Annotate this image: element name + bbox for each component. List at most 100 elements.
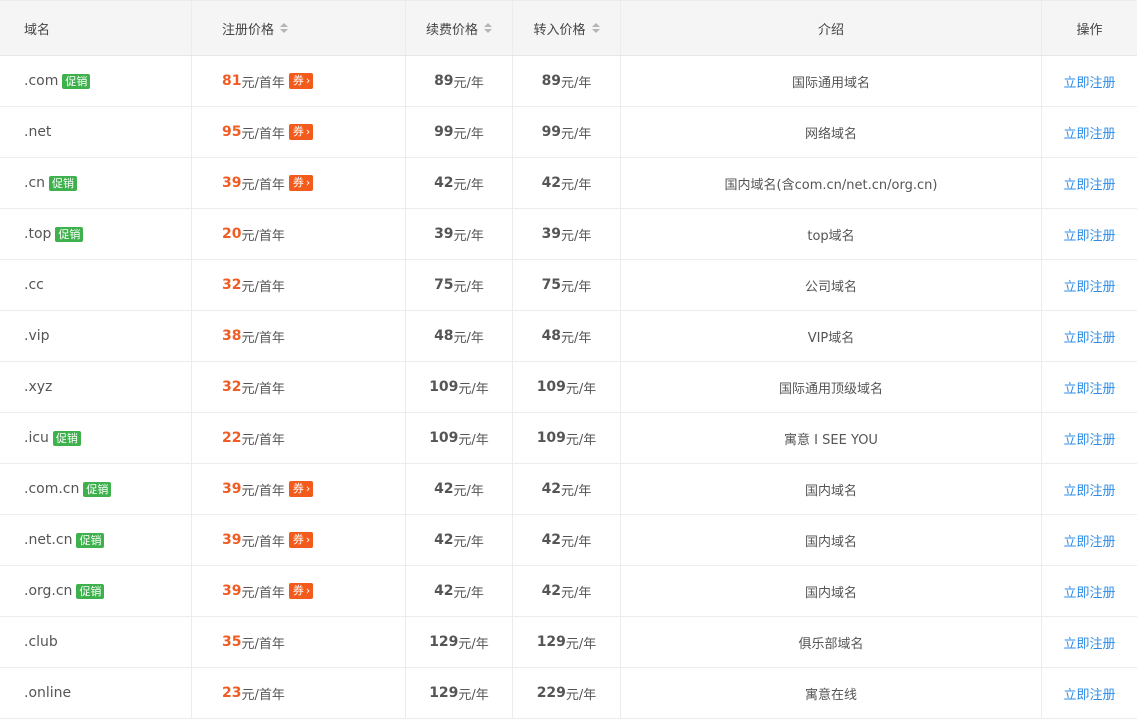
register-now-link[interactable]: 立即注册 (1063, 327, 1115, 346)
register-now-link[interactable]: 立即注册 (1063, 480, 1115, 499)
promo-badge: 促销 (83, 481, 112, 497)
chevron-right-icon: › (305, 584, 311, 597)
intro-cell: 国际通用顶级域名 (621, 362, 1042, 412)
transfer-price: 42 (541, 532, 562, 548)
transfer-price: 109 (536, 379, 566, 395)
domain-cell: .com.cn 促销 (0, 464, 192, 514)
promo-badge: 促销 (62, 73, 91, 89)
domain-name: .online (24, 685, 72, 701)
register-now-link[interactable]: 立即注册 (1063, 72, 1115, 91)
domain-price-table: 域名 注册价格 续费价格 转入价格 介绍 操作 .com 促销 81 元/首年券 › 89… (0, 0, 1137, 719)
domain-name: .net (24, 124, 52, 140)
price-unit: 元/年 (565, 381, 597, 397)
intro-cell: 国内域名(含com.cn/net.cn/org.cn) (621, 158, 1042, 208)
register-now-link[interactable]: 立即注册 (1063, 633, 1115, 652)
coupon-badge[interactable]: 券 › (288, 73, 314, 89)
renew-price: 42 (434, 583, 454, 599)
coupon-badge[interactable]: 券 › (288, 481, 314, 497)
intro-text: 网络域名 (804, 126, 857, 142)
coupon-badge[interactable]: 券 › (288, 175, 314, 191)
renew-price-cell: 129 元/年 (406, 617, 513, 667)
register-price: 95 (222, 124, 242, 140)
price-unit: 元/年 (561, 483, 592, 499)
table-row: .org.cn 促销 39 元/首年券 › 42 元/年 42 元/年 国内域名 立即注册 (0, 566, 1137, 617)
register-price-cell: 39 元/首年券 › (192, 566, 406, 616)
col-header-register-price[interactable]: 注册价格 (192, 1, 406, 55)
register-price: 39 (222, 175, 242, 191)
register-now-link[interactable]: 立即注册 (1063, 429, 1115, 448)
price-unit: 元/年 (453, 126, 484, 142)
table-row: .cn 促销 39 元/首年券 › 42 元/年 42 元/年 国内域名(含com.cn/net.… (0, 158, 1137, 209)
renew-price: 75 (434, 277, 454, 293)
renew-price-cell: 42 元/年 (406, 515, 513, 565)
promo-badge: 促销 (76, 583, 105, 599)
chevron-right-icon: › (305, 482, 311, 495)
transfer-price: 109 (536, 430, 566, 446)
coupon-badge[interactable]: 券 › (288, 583, 314, 599)
register-price: 32 (222, 277, 242, 293)
domain-name: .club (24, 634, 58, 650)
transfer-price: 229 (536, 685, 566, 701)
promo-badge: 促销 (49, 175, 78, 191)
renew-price-cell: 42 元/年 (406, 566, 513, 616)
transfer-price-cell: 129 元/年 (513, 617, 621, 667)
intro-text: 国际通用域名 (791, 75, 870, 91)
domain-cell: .xyz (0, 362, 192, 412)
price-unit: 元/首年 (241, 228, 285, 244)
sort-icon[interactable] (484, 23, 492, 33)
price-unit: 元/年 (561, 126, 592, 142)
price-unit: 元/年 (453, 585, 484, 601)
register-now-link[interactable]: 立即注册 (1063, 531, 1115, 550)
renew-price: 129 (429, 634, 459, 650)
price-unit: 元/首年 (241, 279, 285, 295)
domain-name: .cc (24, 277, 44, 293)
price-unit: 元/首年 (241, 177, 285, 193)
register-now-link[interactable]: 立即注册 (1063, 582, 1115, 601)
renew-price-cell: 39 元/年 (406, 209, 513, 259)
domain-name: .icu (24, 430, 49, 446)
register-now-link[interactable]: 立即注册 (1063, 174, 1115, 193)
col-header-transfer-price[interactable]: 转入价格 (513, 1, 621, 55)
domain-cell: .com 促销 (0, 56, 192, 106)
intro-text: 寓意在线 (804, 687, 857, 703)
sort-icon[interactable] (280, 23, 289, 33)
col-header-action: 操作 (1076, 22, 1103, 38)
price-unit: 元/年 (453, 279, 484, 295)
intro-cell: 公司域名 (621, 260, 1042, 310)
table-row: .com 促销 81 元/首年券 › 89 元/年 89 元/年 国际通用域名 立即注册 (0, 56, 1137, 107)
register-price-cell: 20 元/首年 (192, 209, 406, 259)
intro-text: 公司域名 (804, 279, 857, 295)
register-price-cell: 81 元/首年券 › (192, 56, 406, 106)
register-now-link[interactable]: 立即注册 (1063, 684, 1115, 703)
renew-price-cell: 48 元/年 (406, 311, 513, 361)
renew-price: 48 (434, 328, 454, 344)
col-header-renew-price[interactable]: 续费价格 (406, 1, 513, 55)
transfer-price-cell: 75 元/年 (513, 260, 621, 310)
register-now-link[interactable]: 立即注册 (1063, 378, 1115, 397)
domain-cell: .icu 促销 (0, 413, 192, 463)
intro-text: 国内域名(含com.cn/net.cn/org.cn) (724, 177, 938, 193)
sort-icon[interactable] (591, 23, 600, 33)
price-unit: 元/年 (453, 330, 484, 346)
chevron-right-icon: › (305, 533, 311, 546)
coupon-badge[interactable]: 券 › (288, 124, 314, 140)
register-now-link[interactable]: 立即注册 (1063, 123, 1115, 142)
price-unit: 元/年 (565, 687, 597, 703)
transfer-price-cell: 48 元/年 (513, 311, 621, 361)
register-price: 39 (222, 583, 242, 599)
table-row: .icu 促销 22 元/首年 109 元/年 109 元/年 寓意 I SEE YOU 立即注册 (0, 413, 1137, 464)
coupon-badge[interactable]: 券 › (288, 532, 314, 548)
register-price: 22 (222, 430, 242, 446)
price-unit: 元/首年 (241, 330, 285, 346)
action-cell: 立即注册 (1042, 362, 1137, 412)
register-now-link[interactable]: 立即注册 (1063, 225, 1115, 244)
register-now-link[interactable]: 立即注册 (1063, 276, 1115, 295)
transfer-price-cell: 89 元/年 (513, 56, 621, 106)
action-cell: 立即注册 (1042, 158, 1137, 208)
price-unit: 元/首年 (241, 534, 285, 550)
renew-price: 99 (434, 124, 454, 140)
action-cell: 立即注册 (1042, 260, 1137, 310)
table-row: .vip 38 元/首年 48 元/年 48 元/年 VIP域名 立即注册 (0, 311, 1137, 362)
register-price-cell: 35 元/首年 (192, 617, 406, 667)
action-cell: 立即注册 (1042, 668, 1137, 718)
